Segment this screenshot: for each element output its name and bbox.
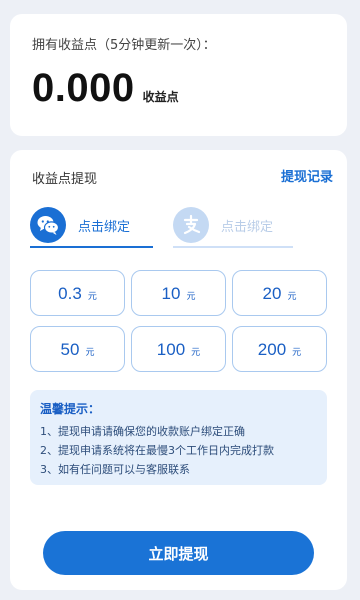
amount-value: 200 [257,340,287,359]
tip-line: 1、提现申请请确保您的收款账户绑定正确 [40,425,245,438]
amount-unit: 元 [87,292,97,302]
balance-row: 0.000 收益点 [32,66,179,111]
bind-wechat-tab[interactable]: 点击绑定 [30,204,153,248]
amount-option[interactable]: 100 元 [131,326,226,372]
amount-unit: 元 [292,348,302,358]
balance-card: 拥有收益点（5分钟更新一次）： 0.000 收益点 [10,14,347,136]
amount-value: 50 [60,340,80,359]
wechat-icon [30,207,66,243]
amount-value: 10 [161,284,181,303]
amount-unit: 元 [186,292,196,302]
withdraw-submit-button[interactable]: 立即提现 [43,531,314,575]
amount-option[interactable]: 50 元 [30,326,125,372]
bind-alipay-label: 点击绑定 [221,219,274,235]
withdraw-record-link[interactable]: 提现记录 [281,166,333,185]
tips-box: 温馨提示： 1、提现申请请确保您的收款账户绑定正确 2、提现申请系统将在最慢3个… [30,390,327,485]
amount-unit: 元 [85,348,95,358]
balance-value: 0.000 [32,66,135,110]
amount-unit: 元 [191,348,201,358]
amount-option[interactable]: 0.3 元 [30,270,125,316]
amount-option[interactable]: 10 元 [131,270,226,316]
amount-option[interactable]: 200 元 [232,326,327,372]
tip-line: 2、提现申请系统将在最慢3个工作日内完成打款 [40,444,274,457]
withdraw-card: 收益点提现 提现记录 点击绑定 点击绑定 0.3 元 10 元 20 元 50 … [10,150,347,590]
amount-value: 100 [156,340,186,359]
bind-wechat-label: 点击绑定 [78,219,131,235]
section-title: 收益点提现 [32,172,98,187]
balance-label: 拥有收益点（5分钟更新一次）： [32,38,216,53]
amount-value: 0.3 [58,284,82,303]
amount-grid: 0.3 元 10 元 20 元 50 元 100 元 200 元 [30,270,327,372]
tip-line: 3、如有任问题可以与客服联系 [40,463,190,476]
amount-value: 20 [262,284,282,303]
amount-unit: 元 [287,292,297,302]
alipay-icon [173,207,209,243]
amount-option[interactable]: 20 元 [232,270,327,316]
tips-title: 温馨提示： [40,402,101,416]
bind-alipay-tab[interactable]: 点击绑定 [173,204,293,248]
balance-unit: 收益点 [142,90,179,104]
